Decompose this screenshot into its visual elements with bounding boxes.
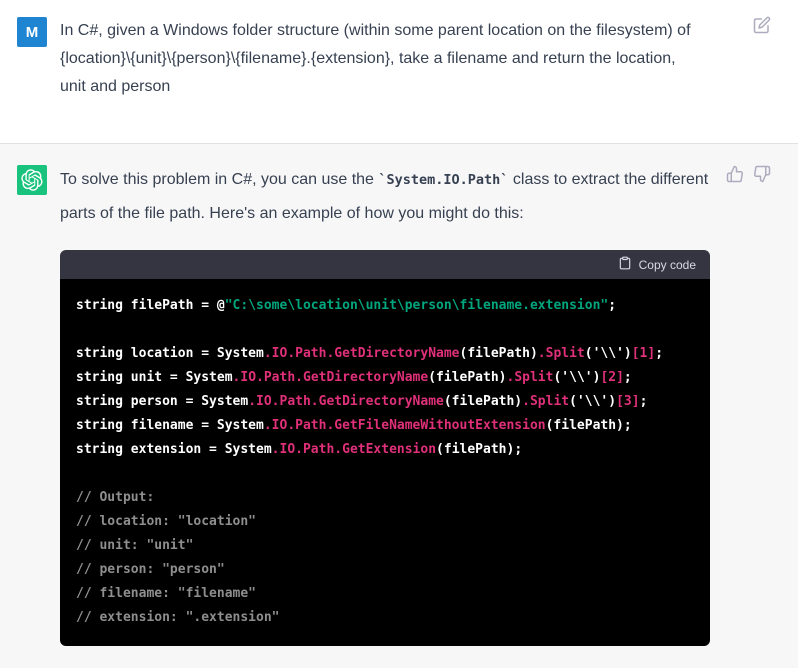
assistant-message-actions: [726, 165, 771, 183]
user-avatar-initial: M: [25, 23, 39, 41]
code-line: // location: "location": [76, 514, 257, 529]
code-block: Copy code string filePath = @"C:\some\lo…: [60, 250, 710, 646]
code-line: string extension = System.IO.Path.GetExt…: [76, 442, 523, 457]
openai-logo-icon: [21, 169, 43, 191]
edit-pencil-icon: [753, 16, 771, 37]
code-line: // extension: ".extension": [76, 610, 280, 625]
copy-code-label: Copy code: [638, 257, 696, 272]
code-line: string filePath = @"C:\some\location\uni…: [76, 298, 617, 313]
code-line: // person: "person": [76, 562, 225, 577]
clipboard-icon: [618, 256, 632, 273]
assistant-text-prefix: To solve this problem in C#, you can use…: [60, 171, 379, 188]
inline-code: `System.IO.Path`: [378, 172, 509, 188]
code-line: // filename: "filename": [76, 586, 257, 601]
code-line: string location = System.IO.Path.GetDire…: [76, 346, 664, 361]
copy-code-button[interactable]: Copy code: [618, 256, 696, 273]
code-content: string filePath = @"C:\some\location\uni…: [60, 279, 710, 646]
user-avatar: M: [17, 17, 47, 47]
code-block-header: Copy code: [60, 250, 710, 279]
code-line: // Output:: [76, 490, 155, 505]
thumbs-down-button[interactable]: [753, 165, 771, 183]
user-message-row: M In C#, given a Windows folder structur…: [0, 0, 798, 144]
assistant-avatar: [17, 165, 47, 195]
code-line: string person = System.IO.Path.GetDirect…: [76, 394, 648, 409]
user-message-text: In C#, given a Windows folder structure …: [60, 22, 691, 95]
user-message-actions: [753, 16, 771, 34]
assistant-paragraph: To solve this problem in C#, you can use…: [60, 163, 710, 231]
code-line: string filename = System.IO.Path.GetFile…: [76, 418, 632, 433]
edit-message-button[interactable]: [753, 16, 771, 34]
code-line: // unit: "unit": [76, 538, 194, 553]
thumbs-up-button[interactable]: [726, 165, 744, 183]
thumbs-down-icon: [753, 165, 771, 186]
assistant-message-body: To solve this problem in C#, you can use…: [60, 165, 710, 668]
code-line: string unit = System.IO.Path.GetDirector…: [76, 370, 632, 385]
assistant-message-row: To solve this problem in C#, you can use…: [0, 144, 798, 668]
thumbs-up-icon: [726, 165, 744, 186]
